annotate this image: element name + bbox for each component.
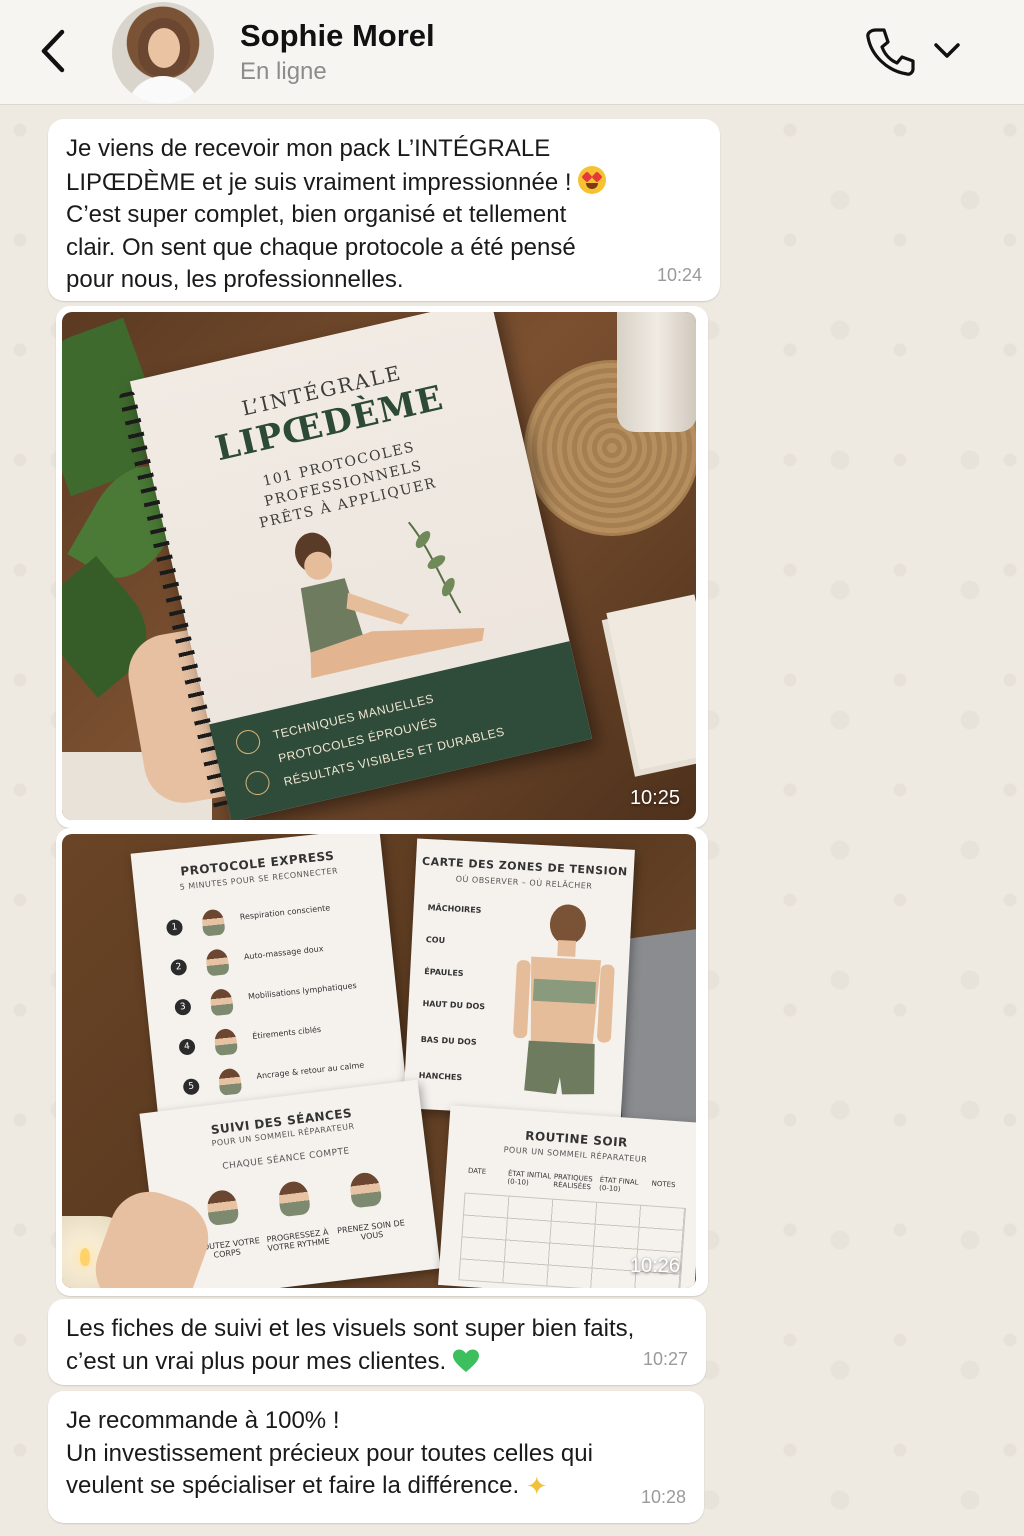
mug [617,312,696,432]
message-time: 10:27 [642,1348,688,1369]
paper-stack [606,594,696,770]
zone-label: HANCHES [418,1070,463,1083]
table-header: NOTES [651,1179,676,1190]
table-header: ÉTAT INITIAL (0-10) [507,1169,552,1187]
step-figure [205,1188,240,1227]
message-line: Je recommande à 100% ! [66,1407,340,1434]
message-text: Je viens de recevoir mon pack L’INTÉGRAL… [48,119,720,297]
message-time: 10:28 [640,1486,686,1507]
step-label: Auto-massage doux [243,944,324,962]
suivi-item: PRENEZ SOIN DE VOUS [336,1218,406,1242]
table-header: DATE [467,1166,487,1176]
message-text: Je recommande à 100% ! Un investissement… [48,1391,704,1503]
zone-label: ÉPAULES [424,967,464,979]
book-photo[interactable]: L’INTÉGRALE LIPŒDÈME 101 PROTOCOLES PROF… [62,312,696,820]
heart-eyes-emoji [578,165,607,194]
image-message[interactable]: L’INTÉGRALE LIPŒDÈME 101 PROTOCOLES PROF… [56,306,708,828]
avatar[interactable] [112,2,214,104]
sheet-protocole-express: PROTOCOLE EXPRESS 5 MINUTES POUR SE RECO… [130,834,408,1123]
candle-flame [80,1248,90,1266]
step-number: 2 [169,958,188,977]
message-line: Les fiches de suivi et les visuels sont … [66,1315,635,1342]
step-number: 3 [174,998,192,1016]
book-cover: L’INTÉGRALE LIPŒDÈME 101 PROTOCOLES PROF… [118,312,593,820]
message-time: 10:24 [656,264,702,285]
step-figure [276,1179,311,1218]
message-line: clair. On sent que chaque protocole a ét… [66,233,576,261]
message-line: c’est un vrai plus pour mes clientes. [66,1346,688,1379]
worksheets-photo[interactable]: PROTOCOLE EXPRESS 5 MINUTES POUR SE RECO… [62,834,696,1288]
step-number: 4 [178,1038,196,1056]
chevron-down-icon[interactable] [930,36,964,66]
step-number: 1 [165,918,184,937]
zone-label: HAUT DU DOS [422,998,486,1012]
message-line-text: LIPŒDÈME et je suis vraiment impressionn… [66,168,572,196]
laptop [622,928,696,1140]
message-line: Un investissement précieux pour toutes c… [66,1439,593,1467]
step-figure [205,948,230,977]
leaf-icon [233,727,263,757]
step-figure [209,988,234,1017]
table-header: PRATIQUES RÉALISÉES [553,1172,593,1192]
message-line: C’est super complet, bien organisé et te… [66,201,567,228]
message-line-text: c’est un vrai plus pour mes clientes. [66,1347,447,1375]
message-line: Je viens de recevoir mon pack L’INTÉGRAL… [66,135,551,162]
message-line: LIPŒDÈME et je suis vraiment impressionn… [66,165,702,200]
zone-label: COU [425,935,446,946]
chat-header: Sophie Morel En ligne [0,0,1024,105]
sparkles-emoji: ✦ [525,1471,548,1501]
message-line: veulent se spécialiser et faire la diffé… [66,1470,686,1503]
suivi-item: PROGRESSEZ À VOTRE RYTHME [266,1227,331,1254]
image-message[interactable]: PROTOCOLE EXPRESS 5 MINUTES POUR SE RECO… [56,828,708,1296]
step-number: 5 [182,1077,201,1096]
back-body-illustration [513,904,615,1095]
sheet-zones-tension: CARTE DES ZONES DE TENSION OÙ OBSERVER –… [403,838,635,1120]
message-time: 10:25 [629,787,680,809]
phone-icon[interactable] [862,24,918,80]
message-time: 10:26 [629,1255,680,1277]
step-figure [348,1171,383,1209]
zone-label: MÂCHOIRES [427,903,482,915]
step-label: Respiration consciente [239,903,331,922]
contact-status: En ligne [240,58,327,85]
step-figure [217,1067,243,1096]
step-label: Mobilisations lymphatiques [247,980,358,1002]
message-bubble[interactable]: Je recommande à 100% ! Un investissement… [48,1391,704,1523]
message-line-text: veulent se spécialiser et faire la diffé… [66,1472,520,1499]
step-label: Étirements ciblés [251,1024,322,1042]
message-text: Les fiches de suivi et les visuels sont … [48,1299,706,1378]
zone-label: BAS DU DOS [420,1034,477,1047]
leaf-icon [243,768,272,798]
step-figure [200,908,226,937]
step-label: Ancrage & retour au calme [256,1060,365,1081]
message-line: pour nous, les professionnelles. [66,266,404,293]
message-bubble[interactable]: Je viens de recevoir mon pack L’INTÉGRAL… [48,119,720,301]
green-heart-emoji [452,1349,479,1372]
back-arrow-icon[interactable] [30,22,78,80]
step-figure [213,1027,239,1056]
contact-name[interactable]: Sophie Morel [240,18,435,54]
message-bubble[interactable]: Les fiches de suivi et les visuels sont … [48,1299,706,1385]
table-header: ÉTAT FINAL (0-10) [598,1175,639,1194]
